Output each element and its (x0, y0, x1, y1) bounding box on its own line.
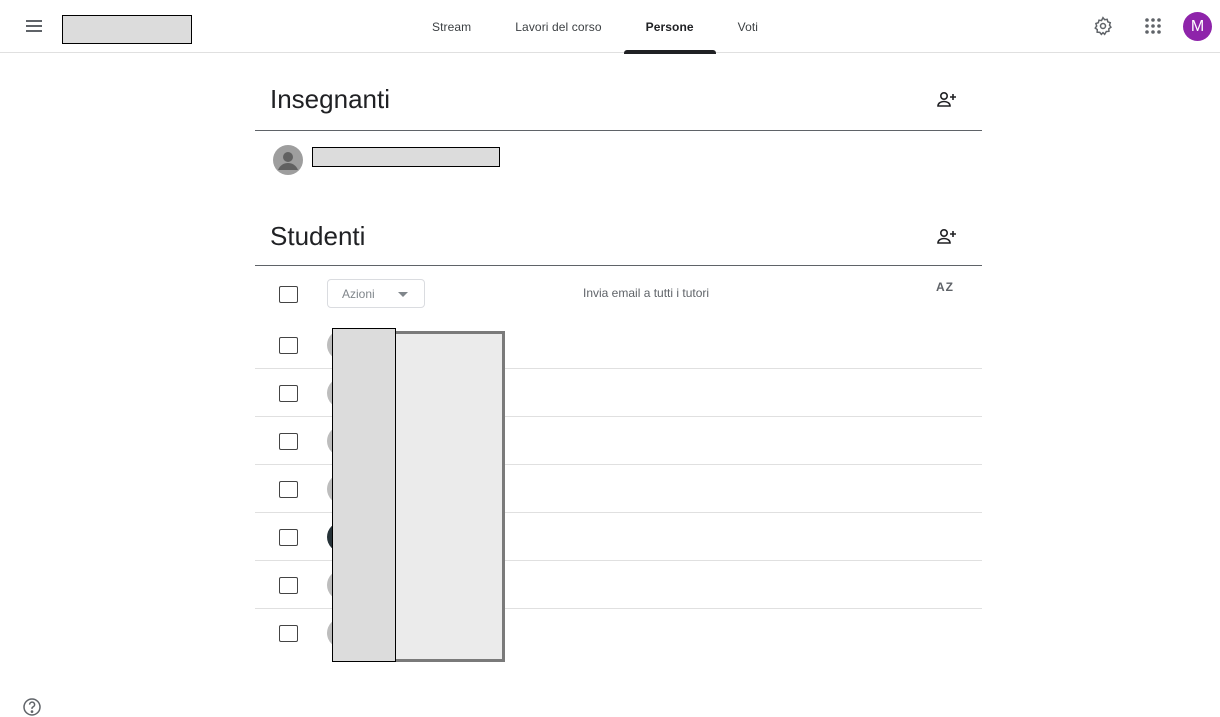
teachers-divider (255, 130, 982, 131)
sort-az-icon[interactable]: AZ (936, 280, 954, 294)
select-all-checkbox[interactable] (279, 286, 298, 303)
class-name-redacted[interactable] (62, 15, 192, 44)
help-icon[interactable] (22, 697, 42, 717)
email-all-guardians-link[interactable]: Invia email a tutti i tutori (583, 286, 709, 300)
class-tabs: Stream Lavori del corso Persone Voti (410, 0, 780, 54)
account-avatar[interactable]: M (1183, 12, 1212, 41)
students-divider (255, 265, 982, 266)
actions-label: Azioni (342, 286, 375, 301)
actions-dropdown[interactable]: Azioni (327, 279, 425, 308)
student-checkbox[interactable] (279, 337, 298, 354)
student-checkbox[interactable] (279, 385, 298, 402)
student-names-redacted (395, 331, 505, 662)
apps-grid-icon[interactable] (1140, 13, 1166, 39)
add-person-icon[interactable] (935, 90, 959, 110)
sort-label: AZ (936, 280, 954, 294)
add-person-icon[interactable] (935, 227, 959, 247)
student-checkbox[interactable] (279, 481, 298, 498)
account-initial: M (1190, 17, 1205, 35)
hamburger-menu-icon[interactable] (22, 14, 46, 38)
student-names-redacted (332, 328, 396, 662)
student-checkbox[interactable] (279, 625, 298, 642)
students-heading: Studenti (270, 221, 366, 251)
tab-grades[interactable]: Voti (716, 0, 780, 53)
top-app-bar: Stream Lavori del corso Persone Voti M (0, 0, 1220, 54)
teacher-name-redacted (312, 147, 500, 167)
teachers-heading: Insegnanti (270, 84, 390, 114)
student-checkbox[interactable] (279, 433, 298, 450)
chevron-down-icon (398, 292, 408, 297)
tab-people[interactable]: Persone (623, 0, 716, 54)
student-checkbox[interactable] (279, 577, 298, 594)
gear-icon[interactable] (1090, 13, 1116, 39)
tab-classwork[interactable]: Lavori del corso (493, 0, 623, 53)
student-checkbox[interactable] (279, 529, 298, 546)
teacher-avatar (273, 145, 303, 175)
tab-stream[interactable]: Stream (410, 0, 493, 53)
